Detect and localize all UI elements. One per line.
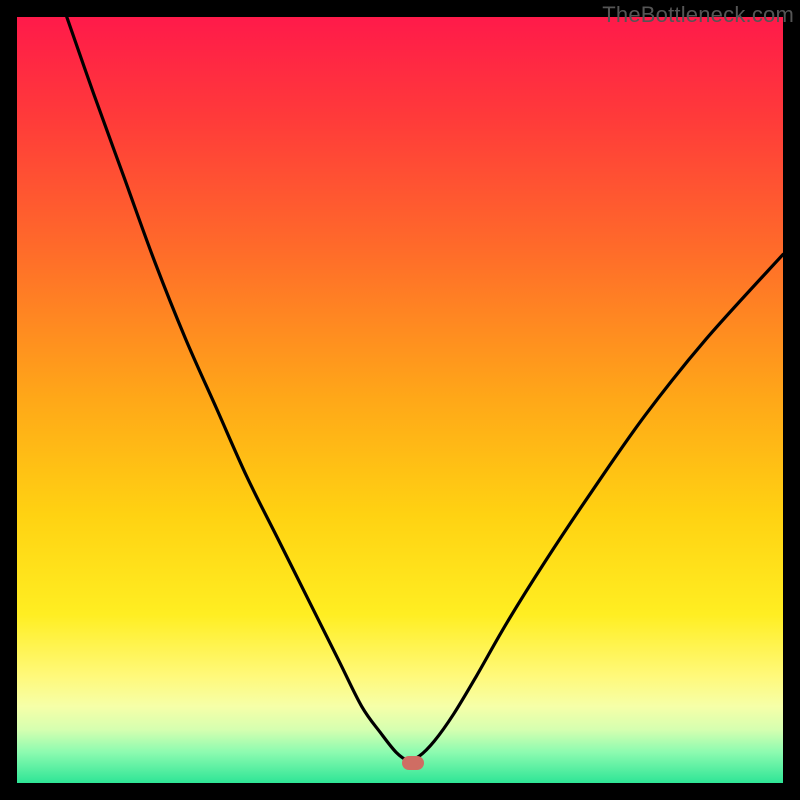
plot-area	[17, 17, 783, 783]
optimal-marker	[402, 756, 424, 770]
curve-layer	[17, 17, 783, 783]
chart-stage: TheBottleneck.com	[0, 0, 800, 800]
bottleneck-curve	[67, 17, 783, 760]
watermark-label: TheBottleneck.com	[602, 2, 794, 28]
